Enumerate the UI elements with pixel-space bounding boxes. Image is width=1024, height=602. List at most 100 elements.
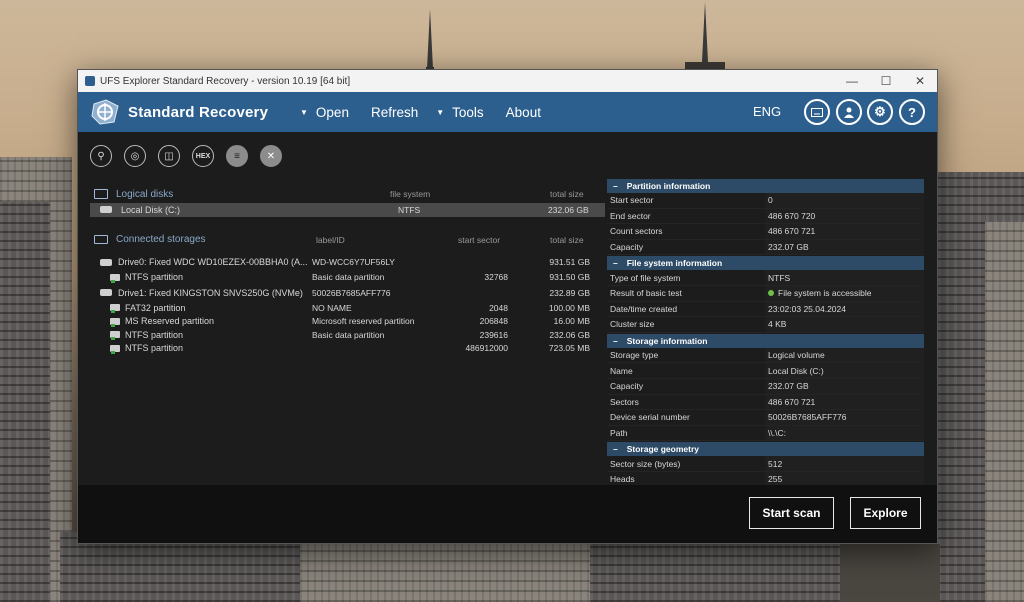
property-row: Start sector 0 [607, 193, 924, 209]
keyboard-icon[interactable] [804, 99, 830, 125]
property-value: 512 [765, 456, 924, 471]
logo-text: Standard Recovery [128, 103, 269, 121]
list-icon[interactable]: ≡ [226, 145, 248, 167]
table-row[interactable]: NTFS partition Basic data partition 239616… [90, 328, 605, 342]
property-value: Local Disk (C:) [765, 363, 924, 378]
property-value: 486 670 721 [765, 224, 924, 239]
property-value: 486 670 720 [765, 208, 924, 224]
app-icon [85, 76, 95, 86]
property-value-text: \\.\C: [768, 428, 786, 439]
storage-tree: Logical disks file system total size Loc… [90, 185, 605, 355]
table-row[interactable]: NTFS partition 486912000 723.05 MB [90, 342, 605, 356]
property-row: Path \\.\C: [607, 425, 924, 442]
col-start-sector: start sector [458, 234, 501, 245]
app-window: UFS Explorer Standard Recovery - version… [77, 69, 938, 544]
property-key: Sectors [610, 396, 639, 407]
storage-name: NTFS partition [125, 329, 184, 340]
drive-icon [100, 258, 112, 266]
start-scan-button[interactable]: Start scan [749, 497, 834, 529]
property-key: Sector size (bytes) [610, 458, 681, 469]
label-id: Basic data partition [312, 329, 385, 340]
main-menu-bar: Standard Recovery ▼ Open Refresh ▼ Tools… [78, 92, 937, 132]
disk-scan-icon[interactable]: ◎ [124, 145, 146, 167]
property-row: Device serial number 50026B7685AFF776 [607, 410, 924, 426]
property-value: \\.\C: [765, 425, 924, 441]
toolbar: ⚲ ◎ ◫ HEX ≡ ✕ [90, 145, 294, 167]
menu-refresh-label: Refresh [370, 104, 419, 120]
menu-about-label: About [505, 104, 541, 120]
property-value-text: 486 670 721 [768, 226, 816, 237]
property-key: Count sectors [610, 226, 663, 237]
property-value-text: 232.07 GB [768, 242, 809, 253]
table-row[interactable]: Drive0: Fixed WDC WD10EZEX-00BBHA0 (A...… [90, 254, 605, 271]
property-value-text: 232.07 GB [768, 381, 809, 392]
property-value-text: 4 KB [768, 319, 787, 330]
start-sector: 2048 [489, 302, 508, 313]
menu-refresh[interactable]: Refresh [371, 105, 418, 120]
partition-icon [110, 344, 120, 354]
partition-icon [110, 304, 120, 314]
storage-name: Drive0: Fixed WDC WD10EZEX-00BBHA0 (A... [118, 257, 308, 267]
close-icon[interactable]: ✕ [260, 145, 282, 167]
help-icon[interactable]: ? [899, 99, 925, 125]
start-sector: 32768 [484, 272, 508, 283]
storage-stack-icon [94, 235, 108, 244]
property-row: Name Local Disk (C:) [607, 363, 924, 379]
property-row: Sectors 486 670 721 [607, 394, 924, 411]
property-value: 232.07 GB [765, 378, 924, 394]
minimize-button[interactable]: — [835, 70, 869, 92]
total-size: 100.00 MB [548, 302, 590, 313]
total-size: 16.00 MB [553, 316, 590, 327]
property-key: Device serial number [610, 412, 690, 423]
partition-section-header[interactable]: – Partition information [607, 179, 924, 193]
menu-open[interactable]: ▼ Open [300, 105, 349, 120]
disk-name: Local Disk (C:) [121, 204, 181, 215]
property-key: Path [610, 428, 628, 439]
section-title: Storage geometry [626, 444, 700, 455]
property-key: Type of file system [610, 272, 681, 283]
start-sector: 239616 [479, 329, 508, 340]
property-value-text: 0 [768, 195, 773, 206]
storage-section-header[interactable]: – Storage information [607, 333, 924, 348]
property-row: Capacity 232.07 GB [607, 378, 924, 395]
property-key: Storage type [610, 350, 659, 361]
col-file-system: file system [390, 189, 431, 199]
table-row[interactable]: MS Reserved partition Microsoft reserved … [90, 315, 605, 329]
close-button[interactable]: ✕ [903, 70, 937, 92]
image-drive-icon[interactable]: ◫ [158, 145, 180, 167]
property-value: 23:02:03 25.04.2024 [765, 301, 924, 317]
label-id: 50026B7685AFF776 [312, 287, 391, 298]
search-icon[interactable]: ⚲ [90, 145, 112, 167]
gear-icon[interactable]: ⚙ [867, 99, 893, 125]
hex-viewer-button[interactable]: HEX [192, 145, 214, 167]
partition-icon [110, 331, 120, 341]
title-bar: UFS Explorer Standard Recovery - version… [78, 70, 937, 92]
start-sector: 206848 [479, 316, 508, 327]
property-key: End sector [610, 210, 651, 221]
maximize-button[interactable]: ☐ [869, 70, 903, 92]
logical-disks-header: Logical disks file system total size [90, 185, 605, 203]
label-id: WD-WCC6Y7UF56LY [312, 257, 395, 267]
property-key: Cluster size [610, 319, 655, 330]
property-value-text: 50026B7685AFF776 [768, 412, 847, 423]
menu-tools[interactable]: ▼ Tools [422, 105, 483, 120]
list-item[interactable]: Local Disk (C:) NTFS 232.06 GB [90, 203, 605, 217]
filesystem-section-header[interactable]: – File system information [607, 256, 924, 271]
user-icon[interactable] [836, 99, 862, 125]
explore-button[interactable]: Explore [850, 497, 921, 529]
table-row[interactable]: FAT32 partition NO NAME 2048 100.00 MB [90, 301, 605, 315]
partition-icon [110, 273, 120, 283]
table-row[interactable]: Drive1: Fixed KINGSTON SNVS250G (NVMe) 50… [90, 284, 605, 301]
property-key: Name [610, 365, 633, 376]
property-value-text: Logical volume [768, 350, 825, 361]
total-size: 232.06 GB [548, 204, 589, 215]
geometry-section-header[interactable]: – Storage geometry [607, 442, 924, 457]
start-sector: 486912000 [465, 343, 508, 354]
section-title: Storage information [626, 335, 708, 346]
logo-icon [90, 98, 120, 126]
table-row[interactable]: NTFS partition Basic data partition 32768 9… [90, 271, 605, 285]
menu-about[interactable]: About [506, 105, 541, 120]
logical-disks-title: Logical disks [116, 188, 174, 200]
language-selector[interactable]: ENG [753, 104, 781, 119]
property-key: Date/time created [610, 303, 678, 314]
